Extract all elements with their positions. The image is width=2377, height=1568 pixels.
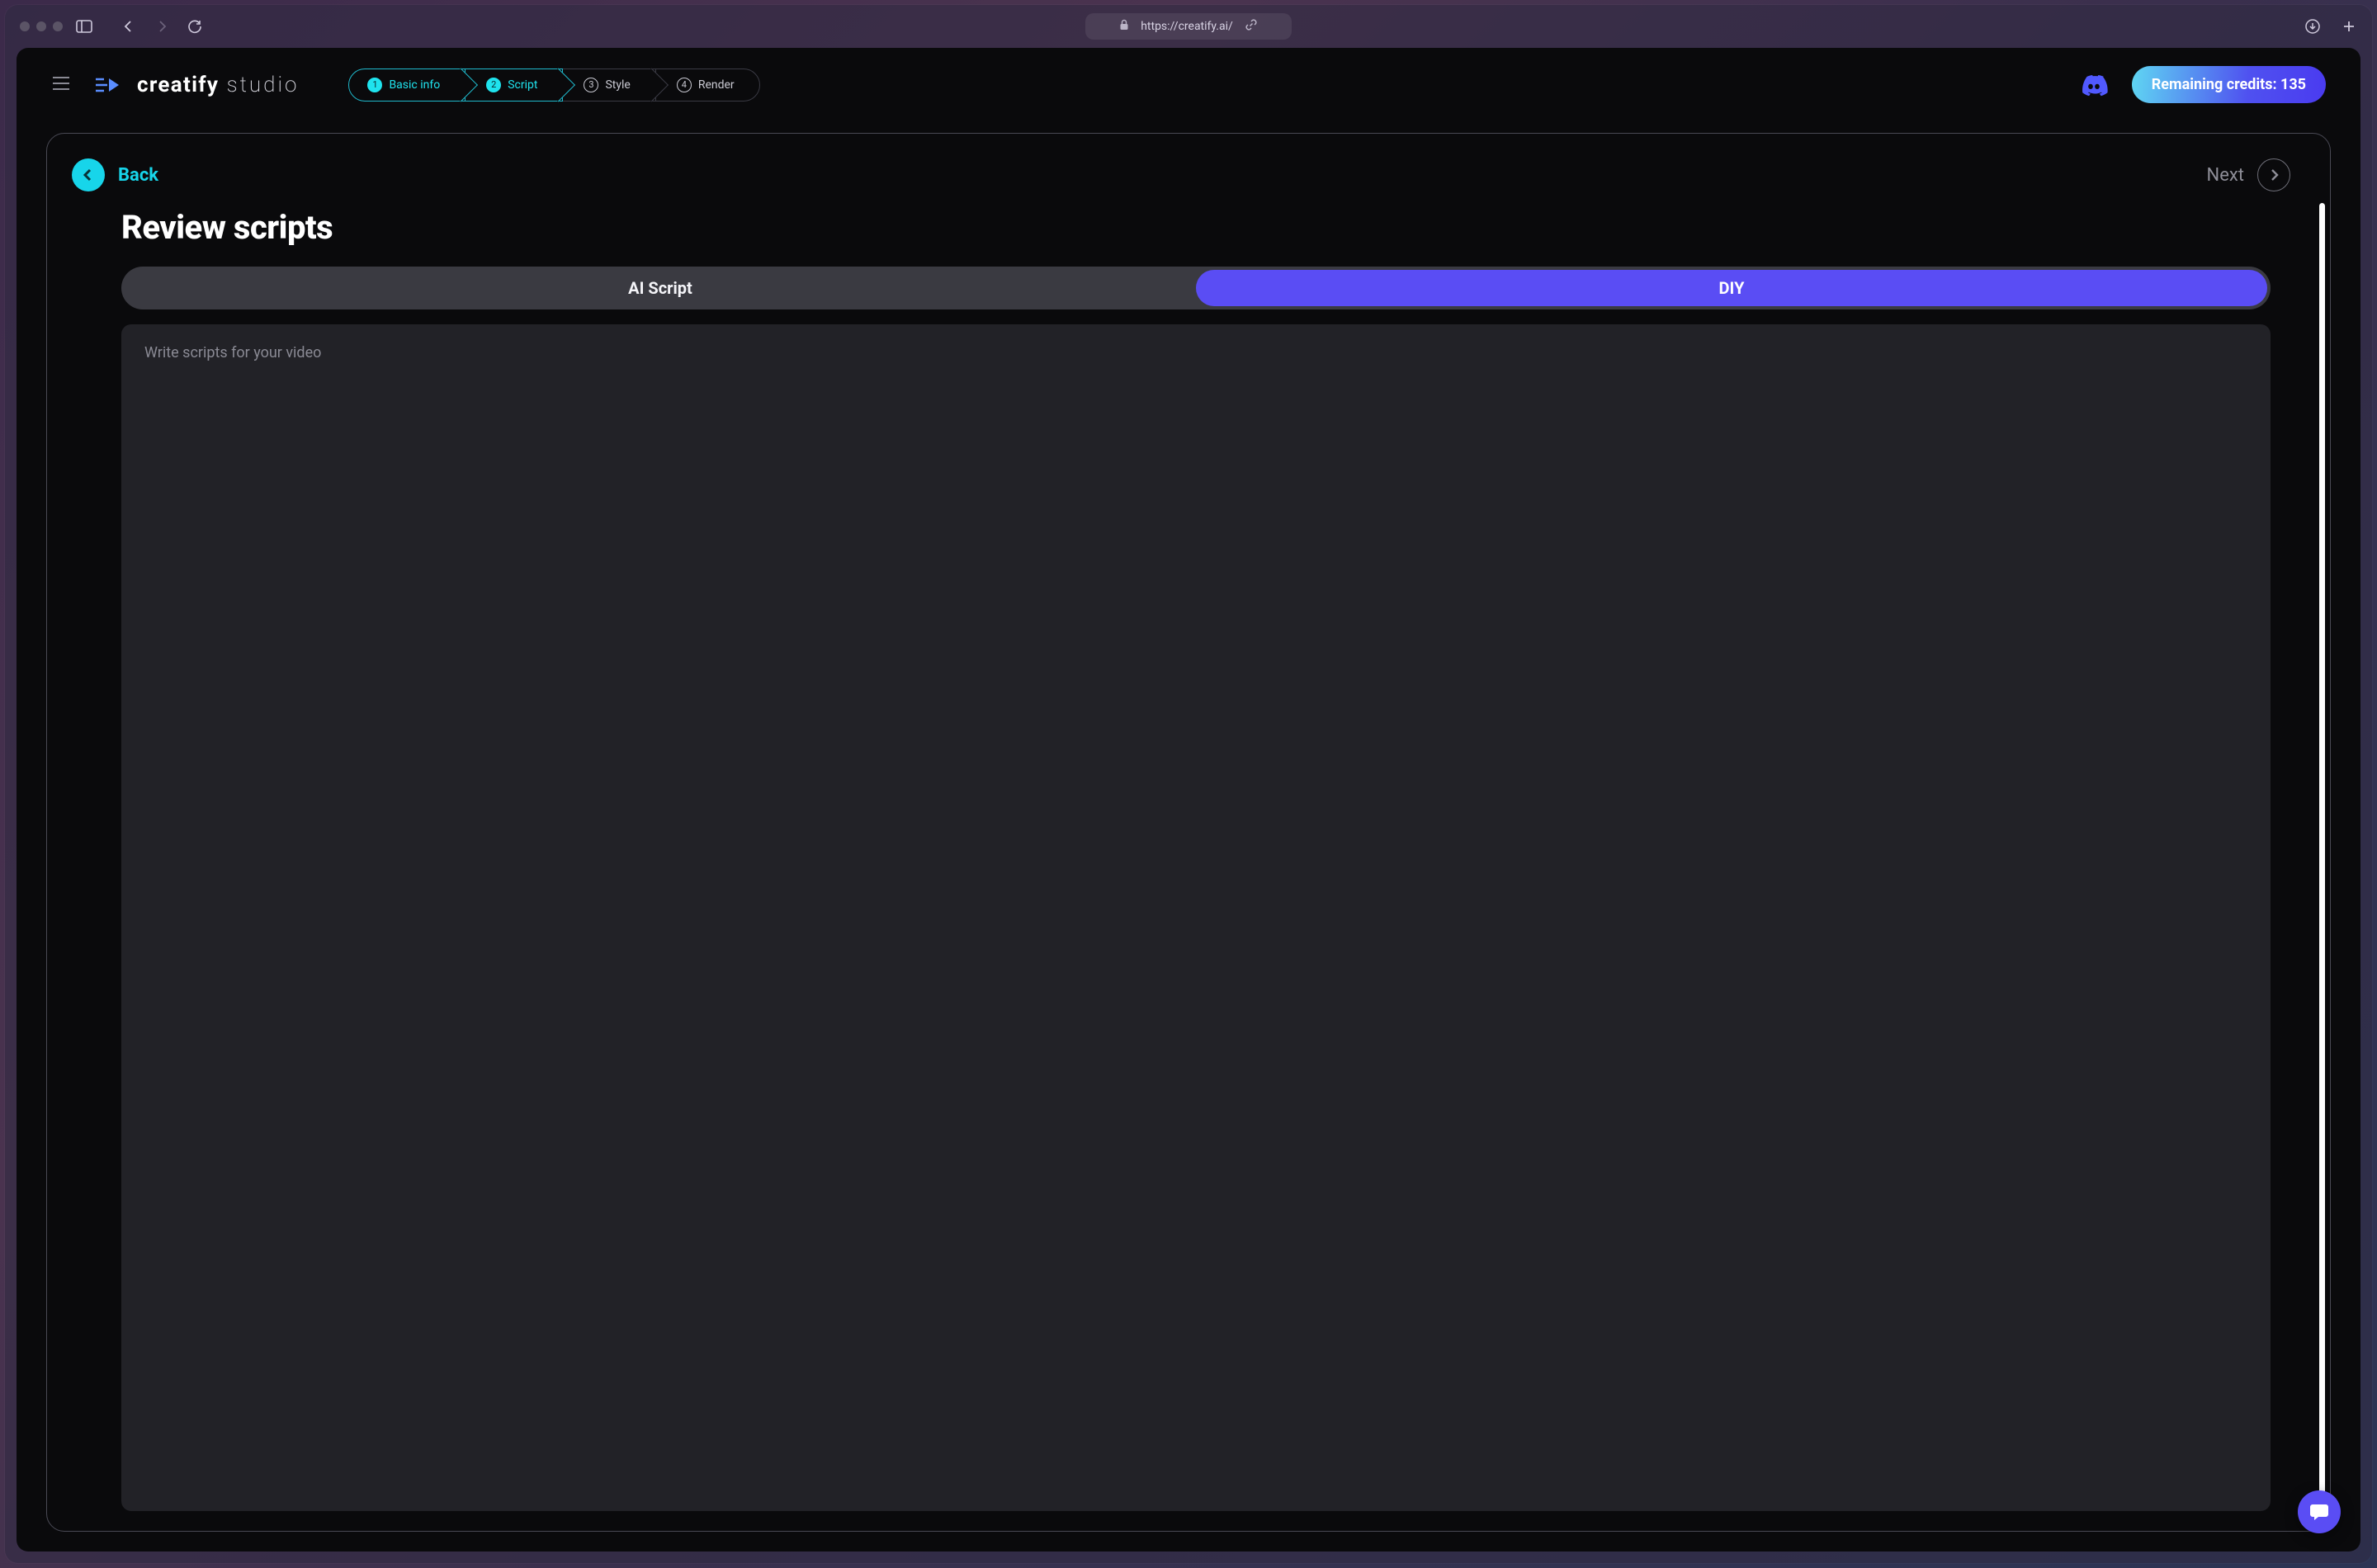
chevron-right-icon <box>2257 158 2290 191</box>
step-label: Basic info <box>389 78 440 92</box>
window-controls[interactable] <box>20 21 63 31</box>
content-card: Back Next Review scripts AI Script DIY <box>46 133 2331 1532</box>
menu-icon[interactable] <box>51 75 71 95</box>
nav-forward-icon[interactable] <box>154 18 170 35</box>
step-label: Style <box>605 78 630 92</box>
sidebar-toggle-icon[interactable] <box>76 18 92 35</box>
step-label: Script <box>508 78 537 92</box>
step-label: Render <box>698 78 735 92</box>
step-number: 3 <box>584 78 598 92</box>
back-button[interactable]: Back <box>72 158 158 191</box>
brand-logo[interactable]: creatify studio <box>91 67 299 103</box>
step-number: 1 <box>367 78 382 92</box>
share-link-icon[interactable] <box>1245 18 1258 35</box>
chevron-left-icon <box>72 158 105 191</box>
browser-titlebar: https://creatify.ai/ <box>5 5 2372 48</box>
browser-nav-buttons <box>121 18 203 35</box>
card-nav: Back Next <box>72 158 2320 191</box>
card-body: Review scripts AI Script DIY <box>72 208 2320 1511</box>
tab-ai-script[interactable]: AI Script <box>125 270 1196 306</box>
script-editor <box>121 324 2271 1511</box>
lock-icon <box>1119 19 1129 34</box>
discord-icon[interactable] <box>2077 68 2110 102</box>
app-viewport: creatify studio 1 Basic info 2 Script 3 … <box>17 48 2360 1551</box>
address-url: https://creatify.ai/ <box>1141 20 1233 33</box>
minimize-window-icon[interactable] <box>36 21 46 31</box>
next-label: Next <box>2207 165 2244 186</box>
scrollbar-thumb[interactable] <box>2319 203 2325 1523</box>
nav-reload-icon[interactable] <box>187 18 203 35</box>
header-actions: Remaining credits: 135 <box>2077 66 2326 103</box>
app-header: creatify studio 1 Basic info 2 Script 3 … <box>17 48 2360 115</box>
brand-text: creatify studio <box>137 73 299 97</box>
script-mode-tabs: AI Script DIY <box>121 267 2271 309</box>
titlebar-right <box>2304 18 2357 35</box>
support-chat-icon[interactable] <box>2298 1490 2341 1533</box>
nav-back-icon[interactable] <box>121 18 137 35</box>
tab-diy[interactable]: DIY <box>1196 270 2267 306</box>
browser-window: https://creatify.ai/ <box>5 5 2372 1563</box>
new-tab-icon[interactable] <box>2341 18 2357 35</box>
progress-stepper: 1 Basic info 2 Script 3 Style 4 Render <box>348 68 759 102</box>
page-title: Review scripts <box>121 208 2271 247</box>
next-button[interactable]: Next <box>2207 158 2290 191</box>
script-input[interactable] <box>144 344 2247 1491</box>
address-bar[interactable]: https://creatify.ai/ <box>1085 13 1292 40</box>
downloads-icon[interactable] <box>2304 18 2321 35</box>
step-number: 2 <box>486 78 501 92</box>
back-label: Back <box>118 165 158 186</box>
maximize-window-icon[interactable] <box>53 21 63 31</box>
close-window-icon[interactable] <box>20 21 30 31</box>
step-basic-info[interactable]: 1 Basic info <box>348 68 465 102</box>
step-number: 4 <box>677 78 692 92</box>
credits-badge[interactable]: Remaining credits: 135 <box>2132 66 2326 103</box>
logo-mark-icon <box>91 67 127 103</box>
